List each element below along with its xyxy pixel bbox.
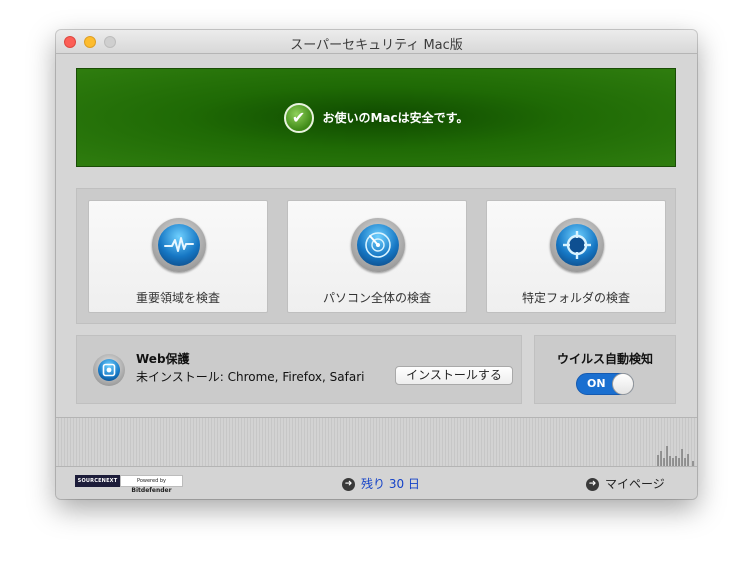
- window-title: スーパーセキュリティ Mac版: [290, 38, 463, 53]
- scan-panel: 重要領域を検査 パソコン全体の検査 特定フォルダの検査: [76, 188, 676, 324]
- mypage-link[interactable]: ➜ マイページ: [586, 475, 665, 492]
- status-banner: ✔ お使いのMacは安全です。: [76, 68, 676, 167]
- scan-full-system-button[interactable]: パソコン全体の検査: [287, 200, 467, 313]
- scan-critical-areas-button[interactable]: 重要領域を検査: [88, 200, 268, 313]
- footer: SOURCENEXT Powered by Bitdefender ➜ 残り 30…: [56, 467, 697, 499]
- pulse-icon: [158, 224, 200, 266]
- days-left-link[interactable]: ➜ 残り 30 日: [342, 475, 420, 492]
- radar-icon: [357, 224, 399, 266]
- scan-folder-icon-ring: [550, 218, 604, 272]
- target-icon: [556, 224, 598, 266]
- bitdefender-text: Bitdefender: [131, 487, 172, 494]
- activity-graph: [56, 417, 697, 467]
- scan-specific-folder-button[interactable]: 特定フォルダの検査: [486, 200, 666, 313]
- check-icon: ✔: [283, 102, 314, 133]
- scan-critical-icon-ring: [152, 218, 206, 272]
- scan-full-icon-ring: [351, 218, 405, 272]
- activity-spikes: [657, 446, 694, 466]
- bitdefender-logo: Powered by Bitdefender: [120, 475, 183, 494]
- arrow-right-icon: ➜: [342, 478, 355, 491]
- web-protection-panel: Web保護 未インストール: Chrome, Firefox, Safari イ…: [76, 335, 522, 404]
- title-bar[interactable]: スーパーセキュリティ Mac版: [56, 30, 697, 54]
- mypage-text: マイページ: [605, 477, 665, 491]
- toggle-on-label: ON: [587, 377, 606, 390]
- scan-folder-label: 特定フォルダの検査: [521, 291, 630, 305]
- web-protection-status: 未インストール: Chrome, Firefox, Safari: [136, 370, 365, 384]
- toggle-knob[interactable]: [612, 373, 634, 395]
- arrow-right-icon: ➜: [586, 478, 599, 491]
- web-protection-icon-ring: [93, 354, 125, 386]
- auto-virus-detection-title: ウイルス自動検知: [556, 352, 653, 366]
- app-window: スーパーセキュリティ Mac版 ✔ お使いのMacは安全です。 重要領域を検査: [56, 30, 697, 499]
- auto-detection-toggle[interactable]: ON: [576, 373, 634, 395]
- scan-critical-label: 重要領域を検査: [135, 291, 220, 305]
- scan-full-label: パソコン全体の検査: [322, 291, 431, 305]
- auto-virus-detection-panel: ウイルス自動検知 ON: [534, 335, 676, 404]
- powered-by-text: Powered by: [137, 478, 166, 484]
- sourcenext-logo: SOURCENEXT: [75, 475, 120, 487]
- days-left-text: 残り 30 日: [361, 477, 420, 491]
- web-protection-title: Web保護: [136, 352, 190, 366]
- status-message: お使いのMacは安全です。: [322, 111, 469, 125]
- shield-web-icon: [98, 359, 120, 381]
- install-button[interactable]: インストールする: [395, 366, 513, 385]
